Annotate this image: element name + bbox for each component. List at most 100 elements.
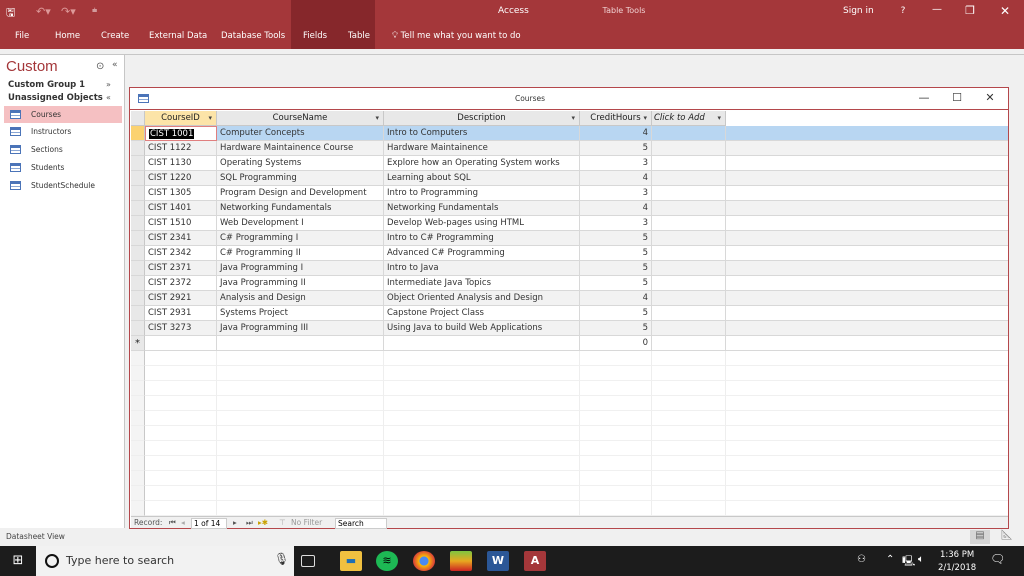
cell-coursename[interactable]: Networking Fundamentals xyxy=(217,201,384,216)
row-selector[interactable]: * xyxy=(131,336,145,351)
redo-icon[interactable]: ↷▾ xyxy=(61,5,76,18)
cell-coursename[interactable]: Web Development I xyxy=(217,216,384,231)
cell-courseid[interactable] xyxy=(145,441,217,456)
row-selector[interactable] xyxy=(131,471,145,486)
cell-coursename[interactable]: C# Programming I xyxy=(217,231,384,246)
cell-description[interactable]: Hardware Maintainence xyxy=(384,141,580,156)
table-row[interactable]: CIST 1510 Web Development I Develop Web-pa… xyxy=(131,216,1008,231)
cell-courseid[interactable]: CIST 1220 xyxy=(145,171,217,186)
chrome-icon[interactable] xyxy=(413,551,435,571)
cell-click-to-add[interactable] xyxy=(652,486,726,501)
save-icon[interactable]: 🖫 xyxy=(6,4,15,23)
cell-click-to-add[interactable] xyxy=(652,351,726,366)
cell-credithours[interactable]: 3 xyxy=(580,156,652,171)
column-header-coursename[interactable]: CourseName ▾ xyxy=(217,111,384,126)
cell-coursename[interactable]: C# Programming II xyxy=(217,246,384,261)
nav-item-students[interactable]: Students xyxy=(4,159,122,176)
row-selector[interactable] xyxy=(131,456,145,471)
cell-coursename[interactable] xyxy=(217,486,384,501)
cell-credithours[interactable]: 3 xyxy=(580,186,652,201)
nav-pane-title[interactable]: Custom xyxy=(6,58,58,75)
cell-click-to-add[interactable] xyxy=(652,246,726,261)
row-selector[interactable] xyxy=(131,261,145,276)
cell-credithours[interactable]: 0 xyxy=(580,336,652,351)
row-selector[interactable] xyxy=(131,171,145,186)
cell-credithours[interactable]: 5 xyxy=(580,231,652,246)
cell-credithours[interactable] xyxy=(580,486,652,501)
row-selector[interactable] xyxy=(131,486,145,501)
row-selector[interactable] xyxy=(131,501,145,516)
tab-home[interactable]: Home xyxy=(55,31,80,41)
cell-coursename[interactable]: Java Programming II xyxy=(217,276,384,291)
table-row[interactable]: CIST 2372 Java Programming II Intermediate… xyxy=(131,276,1008,291)
cell-credithours[interactable]: 4 xyxy=(580,291,652,306)
cell-coursename[interactable] xyxy=(217,426,384,441)
cell-description[interactable] xyxy=(384,456,580,471)
action-center-icon[interactable]: 🗨︎ xyxy=(990,552,1005,566)
taskbar-search-box[interactable]: Type here to search 🎙︎ xyxy=(36,546,294,576)
cell-click-to-add[interactable] xyxy=(652,471,726,486)
table-row[interactable]: CIST 1130 Operating Systems Explore how an… xyxy=(131,156,1008,171)
select-all-corner[interactable] xyxy=(131,111,145,126)
cell-click-to-add[interactable] xyxy=(652,411,726,426)
cell-click-to-add[interactable] xyxy=(652,126,726,141)
table-row[interactable] xyxy=(131,396,1008,411)
cell-courseid[interactable]: CIST 1401 xyxy=(145,201,217,216)
cell-description[interactable]: Intermediate Java Topics xyxy=(384,276,580,291)
cell-courseid[interactable] xyxy=(145,366,217,381)
cell-click-to-add[interactable] xyxy=(652,186,726,201)
nav-group-custom-group-1[interactable]: Custom Group 1 xyxy=(8,80,85,90)
cell-courseid[interactable] xyxy=(145,411,217,426)
table-row[interactable]: CIST 1122 Hardware Maintainence Course Har… xyxy=(131,141,1008,156)
tell-me-box[interactable]: 💡︎ Tell me what you want to do xyxy=(392,31,521,41)
row-selector[interactable] xyxy=(131,276,145,291)
row-selector[interactable] xyxy=(131,141,145,156)
first-record-button[interactable]: ⏮ xyxy=(169,518,176,528)
column-header-credithours[interactable]: CreditHours ▾ xyxy=(580,111,652,126)
row-selector[interactable] xyxy=(131,396,145,411)
cell-coursename[interactable] xyxy=(217,381,384,396)
row-selector[interactable] xyxy=(131,441,145,456)
nav-item-instructors[interactable]: Instructors xyxy=(4,123,122,140)
cell-click-to-add[interactable] xyxy=(652,201,726,216)
cell-description[interactable] xyxy=(384,441,580,456)
cell-courseid[interactable] xyxy=(145,456,217,471)
row-selector[interactable] xyxy=(131,306,145,321)
cell-courseid[interactable] xyxy=(145,426,217,441)
nav-item-courses[interactable]: Courses xyxy=(4,106,122,123)
row-selector[interactable] xyxy=(131,381,145,396)
row-selector[interactable] xyxy=(131,186,145,201)
column-header-courseid[interactable]: CourseID ▾ xyxy=(145,111,217,126)
cell-credithours[interactable]: 5 xyxy=(580,321,652,336)
cell-courseid[interactable] xyxy=(145,501,217,516)
cell-click-to-add[interactable] xyxy=(652,216,726,231)
cell-courseid[interactable]: CIST 2931 xyxy=(145,306,217,321)
cell-credithours[interactable] xyxy=(580,351,652,366)
cell-courseid[interactable] xyxy=(145,381,217,396)
cell-coursename[interactable]: Java Programming III xyxy=(217,321,384,336)
doc-maximize-button[interactable]: ☐ xyxy=(949,91,965,104)
sign-in-link[interactable]: Sign in xyxy=(843,6,874,16)
table-row[interactable] xyxy=(131,411,1008,426)
row-selector[interactable] xyxy=(131,126,145,141)
cell-click-to-add[interactable] xyxy=(652,456,726,471)
cell-description[interactable]: Intro to C# Programming xyxy=(384,231,580,246)
cell-click-to-add[interactable] xyxy=(652,231,726,246)
microphone-icon[interactable]: 🎙︎ xyxy=(274,552,289,566)
cell-click-to-add[interactable] xyxy=(652,336,726,351)
cell-description[interactable]: Using Java to build Web Applications xyxy=(384,321,580,336)
tab-database-tools[interactable]: Database Tools xyxy=(221,31,285,41)
file-explorer-icon[interactable]: ▬ xyxy=(340,551,362,571)
cell-courseid[interactable]: CIST 3273 xyxy=(145,321,217,336)
table-row[interactable] xyxy=(131,366,1008,381)
cell-credithours[interactable] xyxy=(580,426,652,441)
cell-description[interactable]: Intro to Java xyxy=(384,261,580,276)
search-field[interactable]: Search xyxy=(335,518,387,529)
row-selector[interactable] xyxy=(131,216,145,231)
cell-coursename[interactable]: Program Design and Development xyxy=(217,186,384,201)
last-record-button[interactable]: ⏭ xyxy=(246,518,253,528)
cell-description[interactable]: Capstone Project Class xyxy=(384,306,580,321)
cell-description[interactable] xyxy=(384,351,580,366)
table-row[interactable]: CIST 2921 Analysis and Design Object Orien… xyxy=(131,291,1008,306)
windows-start-button[interactable]: ⊞ xyxy=(0,546,36,576)
